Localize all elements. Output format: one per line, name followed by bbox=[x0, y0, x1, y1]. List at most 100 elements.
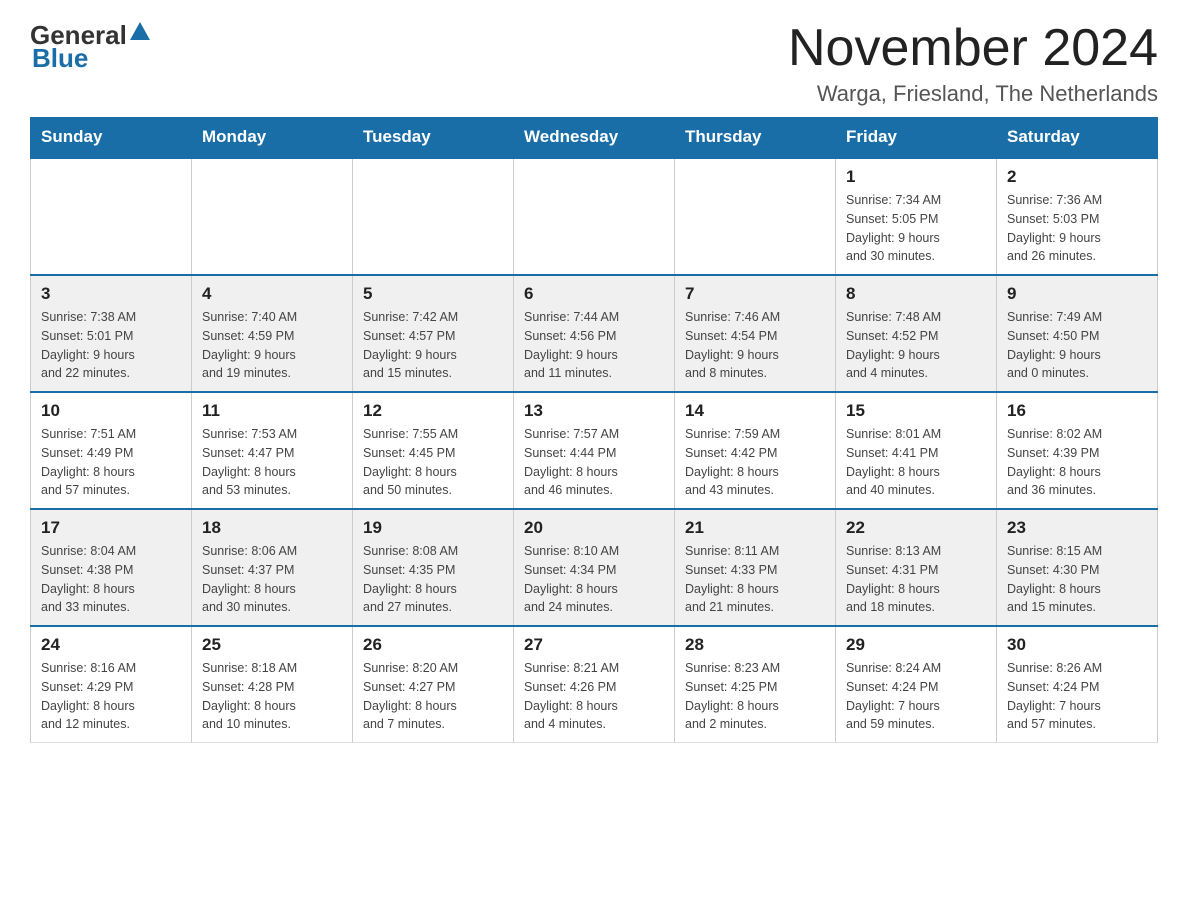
logo: General Blue bbox=[30, 20, 208, 74]
day-number: 23 bbox=[1007, 518, 1147, 538]
day-cell: 27 Sunrise: 8:21 AM Sunset: 4:26 PM Dayli… bbox=[514, 626, 675, 743]
day-info: Sunrise: 8:24 AM Sunset: 4:24 PM Dayligh… bbox=[846, 659, 986, 734]
day-cell: 24 Sunrise: 8:16 AM Sunset: 4:29 PM Dayli… bbox=[31, 626, 192, 743]
day-info: Sunrise: 7:48 AM Sunset: 4:52 PM Dayligh… bbox=[846, 308, 986, 383]
day-cell bbox=[675, 158, 836, 275]
header-row: SundayMondayTuesdayWednesdayThursdayFrid… bbox=[31, 117, 1158, 158]
day-info: Sunrise: 8:06 AM Sunset: 4:37 PM Dayligh… bbox=[202, 542, 342, 617]
day-cell: 18 Sunrise: 8:06 AM Sunset: 4:37 PM Dayli… bbox=[192, 509, 353, 626]
day-number: 12 bbox=[363, 401, 503, 421]
day-number: 11 bbox=[202, 401, 342, 421]
day-number: 27 bbox=[524, 635, 664, 655]
day-number: 8 bbox=[846, 284, 986, 304]
day-number: 10 bbox=[41, 401, 181, 421]
day-cell bbox=[31, 158, 192, 275]
day-cell bbox=[353, 158, 514, 275]
day-number: 20 bbox=[524, 518, 664, 538]
day-info: Sunrise: 8:01 AM Sunset: 4:41 PM Dayligh… bbox=[846, 425, 986, 500]
col-header-thursday: Thursday bbox=[675, 117, 836, 158]
day-info: Sunrise: 8:11 AM Sunset: 4:33 PM Dayligh… bbox=[685, 542, 825, 617]
day-cell: 5 Sunrise: 7:42 AM Sunset: 4:57 PM Daylig… bbox=[353, 275, 514, 392]
day-number: 7 bbox=[685, 284, 825, 304]
day-number: 14 bbox=[685, 401, 825, 421]
day-number: 2 bbox=[1007, 167, 1147, 187]
day-info: Sunrise: 8:21 AM Sunset: 4:26 PM Dayligh… bbox=[524, 659, 664, 734]
day-cell: 20Sunrise: 8:10 AM Sunset: 4:34 PM Dayli… bbox=[514, 509, 675, 626]
day-number: 24 bbox=[41, 635, 181, 655]
day-info: Sunrise: 8:26 AM Sunset: 4:24 PM Dayligh… bbox=[1007, 659, 1147, 734]
col-header-friday: Friday bbox=[836, 117, 997, 158]
day-cell: 11 Sunrise: 7:53 AM Sunset: 4:47 PM Dayli… bbox=[192, 392, 353, 509]
col-header-monday: Monday bbox=[192, 117, 353, 158]
day-info: Sunrise: 8:16 AM Sunset: 4:29 PM Dayligh… bbox=[41, 659, 181, 734]
day-cell bbox=[514, 158, 675, 275]
page-header: General Blue November 2024 Warga, Friesl… bbox=[30, 20, 1158, 107]
day-number: 1 bbox=[846, 167, 986, 187]
day-cell: 22 Sunrise: 8:13 AM Sunset: 4:31 PM Dayli… bbox=[836, 509, 997, 626]
day-info: Sunrise: 8:08 AM Sunset: 4:35 PM Dayligh… bbox=[363, 542, 503, 617]
day-info: Sunrise: 7:44 AM Sunset: 4:56 PM Dayligh… bbox=[524, 308, 664, 383]
day-info: Sunrise: 8:18 AM Sunset: 4:28 PM Dayligh… bbox=[202, 659, 342, 734]
day-info: Sunrise: 8:15 AM Sunset: 4:30 PM Dayligh… bbox=[1007, 542, 1147, 617]
day-info: Sunrise: 7:51 AM Sunset: 4:49 PM Dayligh… bbox=[41, 425, 181, 500]
day-cell: 21Sunrise: 8:11 AM Sunset: 4:33 PM Dayli… bbox=[675, 509, 836, 626]
day-cell: 6 Sunrise: 7:44 AM Sunset: 4:56 PM Daylig… bbox=[514, 275, 675, 392]
day-number: 16 bbox=[1007, 401, 1147, 421]
day-info: Sunrise: 7:55 AM Sunset: 4:45 PM Dayligh… bbox=[363, 425, 503, 500]
location-text: Warga, Friesland, The Netherlands bbox=[788, 81, 1158, 107]
day-cell: 17 Sunrise: 8:04 AM Sunset: 4:38 PM Dayli… bbox=[31, 509, 192, 626]
day-info: Sunrise: 7:34 AM Sunset: 5:05 PM Dayligh… bbox=[846, 191, 986, 266]
day-info: Sunrise: 7:36 AM Sunset: 5:03 PM Dayligh… bbox=[1007, 191, 1147, 266]
month-title: November 2024 bbox=[788, 20, 1158, 77]
week-row-2: 3 Sunrise: 7:38 AM Sunset: 5:01 PM Daylig… bbox=[31, 275, 1158, 392]
day-cell: 28Sunrise: 8:23 AM Sunset: 4:25 PM Dayli… bbox=[675, 626, 836, 743]
day-number: 6 bbox=[524, 284, 664, 304]
day-cell: 7 Sunrise: 7:46 AM Sunset: 4:54 PM Daylig… bbox=[675, 275, 836, 392]
day-cell: 19 Sunrise: 8:08 AM Sunset: 4:35 PM Dayli… bbox=[353, 509, 514, 626]
day-number: 17 bbox=[41, 518, 181, 538]
day-cell: 16 Sunrise: 8:02 AM Sunset: 4:39 PM Dayli… bbox=[997, 392, 1158, 509]
col-header-saturday: Saturday bbox=[997, 117, 1158, 158]
day-info: Sunrise: 8:13 AM Sunset: 4:31 PM Dayligh… bbox=[846, 542, 986, 617]
day-info: Sunrise: 8:23 AM Sunset: 4:25 PM Dayligh… bbox=[685, 659, 825, 734]
day-cell: 14 Sunrise: 7:59 AM Sunset: 4:42 PM Dayli… bbox=[675, 392, 836, 509]
day-info: Sunrise: 7:53 AM Sunset: 4:47 PM Dayligh… bbox=[202, 425, 342, 500]
logo-blue-text: Blue bbox=[30, 43, 208, 74]
col-header-wednesday: Wednesday bbox=[514, 117, 675, 158]
day-cell: 1 Sunrise: 7:34 AM Sunset: 5:05 PM Daylig… bbox=[836, 158, 997, 275]
day-number: 3 bbox=[41, 284, 181, 304]
day-info: Sunrise: 7:42 AM Sunset: 4:57 PM Dayligh… bbox=[363, 308, 503, 383]
day-info: Sunrise: 8:20 AM Sunset: 4:27 PM Dayligh… bbox=[363, 659, 503, 734]
day-cell: 29Sunrise: 8:24 AM Sunset: 4:24 PM Dayli… bbox=[836, 626, 997, 743]
day-cell: 12 Sunrise: 7:55 AM Sunset: 4:45 PM Dayli… bbox=[353, 392, 514, 509]
day-info: Sunrise: 8:02 AM Sunset: 4:39 PM Dayligh… bbox=[1007, 425, 1147, 500]
day-cell: 10 Sunrise: 7:51 AM Sunset: 4:49 PM Dayli… bbox=[31, 392, 192, 509]
day-cell bbox=[192, 158, 353, 275]
day-number: 9 bbox=[1007, 284, 1147, 304]
day-info: Sunrise: 7:59 AM Sunset: 4:42 PM Dayligh… bbox=[685, 425, 825, 500]
day-cell: 15 Sunrise: 8:01 AM Sunset: 4:41 PM Dayli… bbox=[836, 392, 997, 509]
day-cell: 30 Sunrise: 8:26 AM Sunset: 4:24 PM Dayli… bbox=[997, 626, 1158, 743]
day-number: 30 bbox=[1007, 635, 1147, 655]
day-cell: 3 Sunrise: 7:38 AM Sunset: 5:01 PM Daylig… bbox=[31, 275, 192, 392]
title-section: November 2024 Warga, Friesland, The Neth… bbox=[788, 20, 1158, 107]
day-number: 18 bbox=[202, 518, 342, 538]
day-info: Sunrise: 8:04 AM Sunset: 4:38 PM Dayligh… bbox=[41, 542, 181, 617]
day-number: 5 bbox=[363, 284, 503, 304]
col-header-sunday: Sunday bbox=[31, 117, 192, 158]
day-number: 22 bbox=[846, 518, 986, 538]
day-cell: 4Sunrise: 7:40 AM Sunset: 4:59 PM Daylig… bbox=[192, 275, 353, 392]
logo-triangle-icon bbox=[130, 22, 150, 40]
day-number: 15 bbox=[846, 401, 986, 421]
day-number: 26 bbox=[363, 635, 503, 655]
day-number: 19 bbox=[363, 518, 503, 538]
day-cell: 8 Sunrise: 7:48 AM Sunset: 4:52 PM Daylig… bbox=[836, 275, 997, 392]
day-cell: 25Sunrise: 8:18 AM Sunset: 4:28 PM Dayli… bbox=[192, 626, 353, 743]
day-info: Sunrise: 7:57 AM Sunset: 4:44 PM Dayligh… bbox=[524, 425, 664, 500]
day-cell: 2 Sunrise: 7:36 AM Sunset: 5:03 PM Daylig… bbox=[997, 158, 1158, 275]
day-info: Sunrise: 7:46 AM Sunset: 4:54 PM Dayligh… bbox=[685, 308, 825, 383]
week-row-4: 17 Sunrise: 8:04 AM Sunset: 4:38 PM Dayli… bbox=[31, 509, 1158, 626]
calendar-table: SundayMondayTuesdayWednesdayThursdayFrid… bbox=[30, 117, 1158, 743]
week-row-3: 10 Sunrise: 7:51 AM Sunset: 4:49 PM Dayli… bbox=[31, 392, 1158, 509]
day-info: Sunrise: 7:38 AM Sunset: 5:01 PM Dayligh… bbox=[41, 308, 181, 383]
